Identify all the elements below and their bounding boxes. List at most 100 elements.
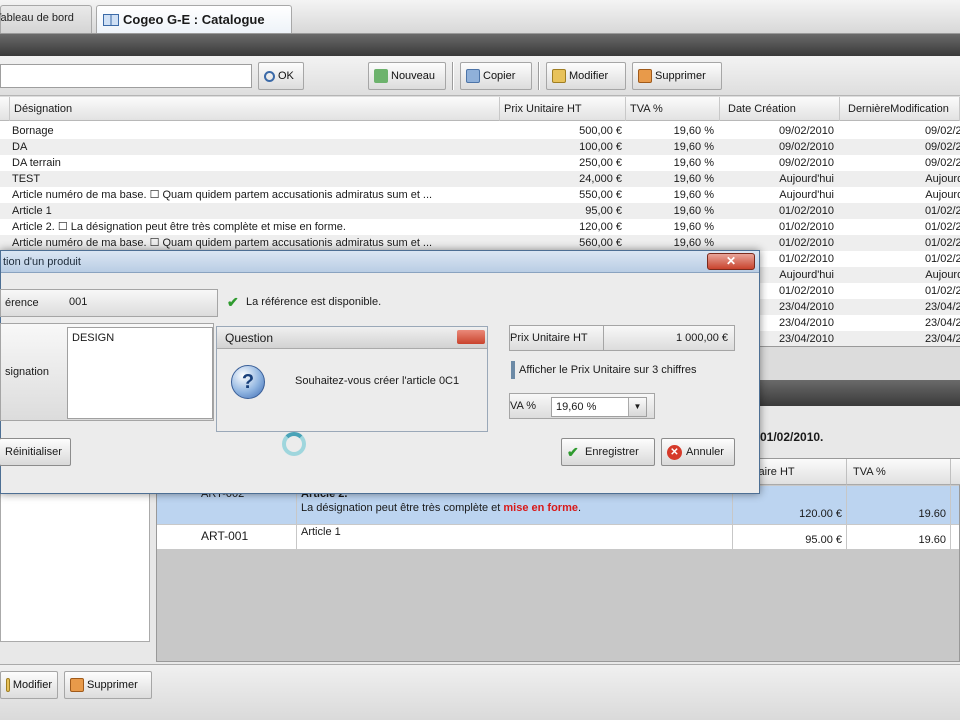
tab-catalogue-label: Cogeo G-E : Catalogue: [123, 11, 265, 27]
header-modif[interactable]: DernièreModification: [840, 97, 960, 121]
cell-tva: 19,60 %: [673, 189, 714, 201]
bottom-modifier-button[interactable]: Modifier: [0, 671, 58, 699]
reference-status-text: La référence est disponible.: [246, 296, 382, 308]
cell-tva: 19,60 %: [673, 125, 714, 137]
new-icon: [374, 69, 388, 83]
detail-row-desc-end: .: [578, 502, 582, 514]
chevron-down-icon[interactable]: ▼: [628, 398, 646, 416]
header-prix[interactable]: Prix Unitaire HT: [500, 97, 626, 121]
afficher-label: Afficher le Prix Unitaire sur 3 chiffres: [519, 364, 697, 376]
modifier-button[interactable]: Modifier: [546, 62, 626, 90]
cell-prix: 120,00 €: [579, 221, 622, 233]
ok-button[interactable]: OK: [258, 62, 304, 90]
cell-tva: 19,60 %: [673, 157, 714, 169]
header-creation[interactable]: Date Création: [720, 97, 840, 121]
tab-bar: Tableau de bord Cogeo G-E : Catalogue: [0, 0, 960, 34]
cell-tva: 19,60 %: [673, 221, 714, 233]
cell-modif: Aujourd'hui: [925, 173, 960, 185]
cell-designation: DA terrain: [12, 157, 61, 169]
cell-creation: 01/02/2010: [778, 237, 834, 249]
cell-designation: Article 1: [12, 205, 52, 217]
close-icon: ✕: [725, 254, 737, 268]
supprimer-button[interactable]: Supprimer: [632, 62, 722, 90]
copier-label: Copier: [483, 70, 516, 82]
edit-icon: [6, 678, 10, 692]
book-icon: [103, 13, 119, 26]
table-row[interactable]: TEST 24,000 € 19,60 % Aujourd'hui Aujourd'hu…: [0, 171, 960, 187]
cell-designation: Article numéro de ma base. ☐ Quam quidem…: [12, 237, 433, 249]
question-close-button[interactable]: [457, 330, 485, 344]
designation-label: signation: [5, 366, 50, 378]
detail-row[interactable]: ART-001 Article 1 95.00 € 19.60: [157, 525, 959, 549]
reinitialiser-label: Réinitialiser: [5, 446, 62, 458]
table-row[interactable]: Article 2. ☐ La désignation peut être tr…: [0, 219, 960, 235]
question-text: Souhaitez-vous créer l'article 0C1: [295, 375, 460, 387]
detail-header-tva: TVA %: [847, 459, 951, 485]
detail-row-desc-red: mise en forme: [503, 502, 578, 514]
prix-field[interactable]: 1 000,00 €: [676, 326, 728, 350]
cell-modif: 01/02/2010: [924, 221, 960, 233]
table-row[interactable]: DA 100,00 € 19,60 % 09/02/2010 09/02/2010: [0, 139, 960, 155]
cell-tva: 19,60 %: [673, 173, 714, 185]
cell-designation: Bornage: [12, 125, 54, 137]
detail-row-ref: ART-001: [157, 525, 297, 549]
edit-icon: [552, 69, 566, 83]
ok-label: OK: [278, 70, 294, 82]
detail-row-desc: La désignation peut être très complète e…: [301, 501, 728, 515]
tab-dashboard-label: Tableau de bord: [0, 12, 74, 24]
detail-row-tva: 19.60: [847, 525, 951, 549]
copier-button[interactable]: Copier: [460, 62, 532, 90]
cancel-icon: ✕: [667, 444, 682, 460]
cell-modif: 09/02/2010: [924, 141, 960, 153]
table-row[interactable]: Article numéro de ma base. ☐ Quam quidem…: [0, 235, 960, 251]
reference-label: érence: [5, 297, 39, 309]
reinitialiser-button[interactable]: Réinitialiser: [0, 438, 71, 466]
header-tva[interactable]: TVA %: [626, 97, 720, 121]
modifier-label: Modifier: [569, 70, 609, 82]
cell-tva: 19,60 %: [673, 237, 714, 249]
cell-modif: 23/04/2010: [924, 301, 960, 313]
list-header: Désignation Prix Unitaire HT TVA % Date …: [0, 97, 960, 121]
prix-label: Prix Unitaire HT: [510, 326, 604, 350]
detail-date: 01/02/2010.: [760, 430, 824, 444]
cell-designation: TEST: [12, 173, 41, 185]
table-row[interactable]: Article numéro de ma base. ☐ Quam quidem…: [0, 187, 960, 203]
reference-field[interactable]: 001: [65, 291, 215, 315]
nouveau-label: Nouveau: [391, 70, 436, 82]
table-row[interactable]: Article 1 95,00 € 19,60 % 01/02/2010 01/02/2…: [0, 203, 960, 219]
designation-field[interactable]: DESIGN: [67, 327, 213, 419]
tva-select[interactable]: 19,60 % ▼: [551, 397, 647, 417]
detail-row-tva: 19.60: [847, 486, 951, 524]
annuler-button[interactable]: ✕ Annuler: [661, 438, 735, 466]
table-row[interactable]: Bornage 500,00 € 19,60 % 09/02/2010 09/02/20…: [0, 123, 960, 139]
cell-creation: 01/02/2010: [778, 221, 834, 233]
copy-icon: [466, 69, 480, 83]
nouveau-button[interactable]: Nouveau: [368, 62, 446, 90]
cell-prix: 550,00 €: [579, 189, 622, 201]
toolbar-separator: [452, 62, 454, 90]
cell-prix: 500,00 €: [579, 125, 622, 137]
header-designation[interactable]: Désignation: [10, 97, 500, 121]
table-row[interactable]: DA terrain 250,00 € 19,60 % 09/02/2010 09/02…: [0, 155, 960, 171]
cell-creation: 09/02/2010: [778, 157, 834, 169]
cell-modif: 01/02/2010: [924, 253, 960, 265]
cell-designation: DA: [12, 141, 28, 153]
cell-prix: 560,00 €: [579, 237, 622, 249]
afficher-option[interactable]: Afficher le Prix Unitaire sur 3 chiffres: [511, 361, 697, 379]
cell-creation: Aujourd'hui: [779, 173, 834, 185]
delete-icon: [70, 678, 84, 692]
question-icon: ?: [231, 365, 265, 399]
supprimer-label: Supprimer: [655, 70, 706, 82]
enregistrer-button[interactable]: ✔ Enregistrer: [561, 438, 655, 466]
bottom-supprimer-button[interactable]: Supprimer: [64, 671, 152, 699]
search-input[interactable]: [0, 64, 252, 88]
tab-dashboard[interactable]: Tableau de bord: [0, 5, 92, 33]
tab-catalogue[interactable]: Cogeo G-E : Catalogue: [96, 5, 292, 33]
header-marker: [0, 97, 10, 121]
dialog-close-button[interactable]: ✕: [707, 253, 755, 270]
cell-tva: 19,60 %: [673, 141, 714, 153]
detail-row-desc-plain: La désignation peut être très complète e…: [301, 502, 504, 514]
toolbar-separator: [538, 62, 540, 90]
cell-designation: Article numéro de ma base. ☐ Quam quidem…: [12, 189, 433, 201]
reference-status: ✔ La référence est disponible.: [227, 295, 381, 309]
